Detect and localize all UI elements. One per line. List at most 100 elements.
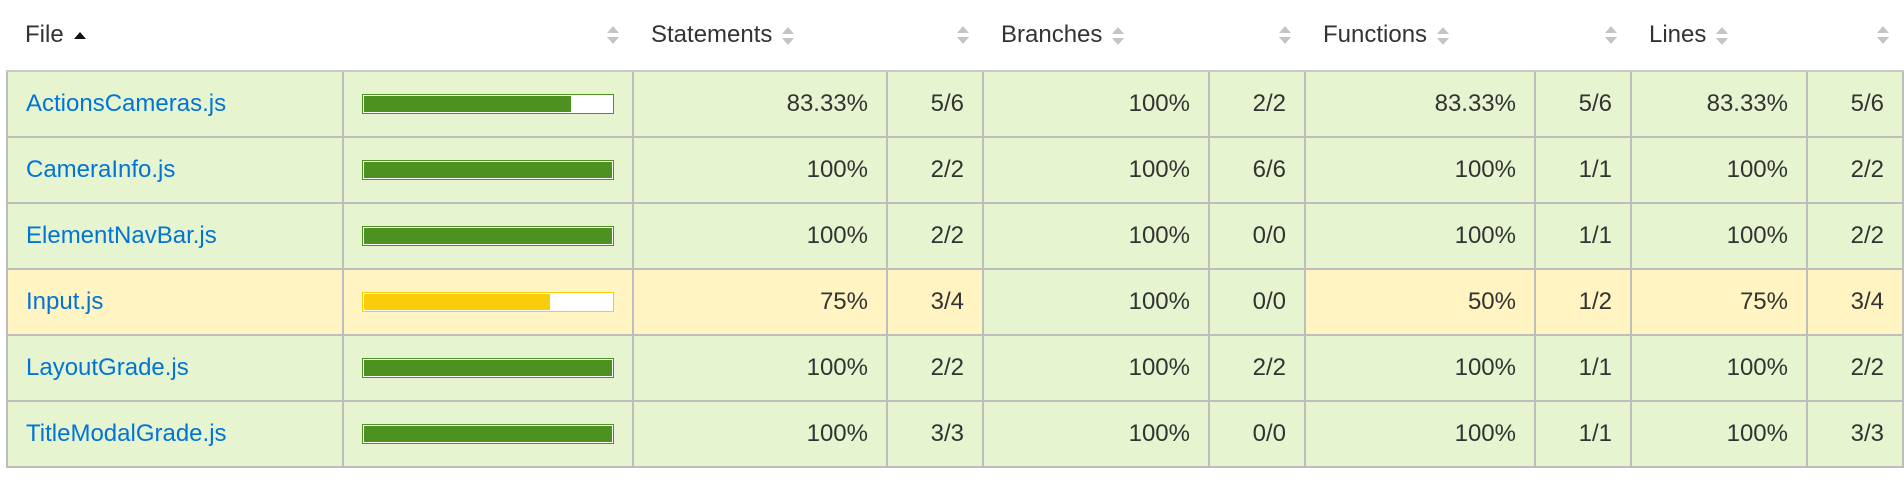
column-header-file[interactable]: File <box>7 0 343 72</box>
sort-icon[interactable] <box>1716 26 1729 46</box>
file-link[interactable]: TitleModalGrade.js <box>26 420 227 447</box>
column-header-coverage-bar[interactable] <box>343 0 633 72</box>
coverage-bar-fill <box>364 228 612 244</box>
sort-icon[interactable] <box>782 26 795 46</box>
sort-icon[interactable] <box>1877 25 1889 45</box>
coverage-bar-fill <box>364 162 612 178</box>
branches-pct-cell: 100% <box>982 70 1210 138</box>
branches-pct-cell: 100% <box>982 136 1210 204</box>
branches-count-cell: 2/2 <box>1208 334 1306 402</box>
lines-count-cell: 3/3 <box>1806 400 1904 468</box>
coverage-bar-fill <box>364 360 612 376</box>
statements-count-cell: 2/2 <box>886 334 984 402</box>
sort-ascending-icon[interactable] <box>73 31 86 40</box>
statements-count-cell: 3/4 <box>886 268 984 336</box>
lines-pct-cell: 100% <box>1630 400 1808 468</box>
statements-count-cell: 5/6 <box>886 70 984 138</box>
column-header-statements[interactable]: Statements <box>633 0 887 72</box>
branches-count-cell: 0/0 <box>1208 202 1306 270</box>
file-cell: TitleModalGrade.js <box>6 400 344 468</box>
statements-count-cell: 2/2 <box>886 136 984 204</box>
file-cell: Input.js <box>6 268 344 336</box>
column-header-label: Statements <box>651 21 773 48</box>
column-header-statements-count[interactable] <box>887 0 983 72</box>
sort-icon[interactable] <box>1279 25 1291 45</box>
coverage-bar <box>362 358 614 378</box>
lines-pct-cell: 75% <box>1630 268 1808 336</box>
table-row: LayoutGrade.js 100% 2/2 100% 2/2 100% 1/1 100% 2… <box>6 334 1904 402</box>
lines-count-cell: 3/4 <box>1806 268 1904 336</box>
branches-count-cell: 6/6 <box>1208 136 1306 204</box>
coverage-summary: File Statements Branches Functions Lines… <box>0 0 1904 468</box>
branches-pct-cell: 100% <box>982 400 1210 468</box>
sort-icon[interactable] <box>1112 26 1125 46</box>
column-header-lines-count[interactable] <box>1807 0 1903 72</box>
lines-count-cell: 2/2 <box>1806 136 1904 204</box>
coverage-bar <box>362 226 614 246</box>
column-header-lines[interactable]: Lines <box>1631 0 1807 72</box>
lines-pct-cell: 100% <box>1630 202 1808 270</box>
branches-pct-cell: 100% <box>982 268 1210 336</box>
column-header-functions-count[interactable] <box>1535 0 1631 72</box>
lines-pct-cell: 83.33% <box>1630 70 1808 138</box>
coverage-bar-cell <box>342 334 634 402</box>
column-header-functions[interactable]: Functions <box>1305 0 1535 72</box>
column-header-label: Branches <box>1001 21 1103 48</box>
column-header-branches[interactable]: Branches <box>983 0 1209 72</box>
table-row: CameraInfo.js 100% 2/2 100% 6/6 100% 1/1 100% 2/… <box>6 136 1904 204</box>
table-header-row: File Statements Branches Functions Lines <box>7 0 1903 72</box>
coverage-bar <box>362 160 614 180</box>
lines-count-cell: 2/2 <box>1806 202 1904 270</box>
sort-icon[interactable] <box>957 25 969 45</box>
statements-count-cell: 3/3 <box>886 400 984 468</box>
statements-pct-cell: 83.33% <box>632 70 888 138</box>
file-cell: ElementNavBar.js <box>6 202 344 270</box>
column-header-label: File <box>25 21 64 48</box>
table-row: ElementNavBar.js 100% 2/2 100% 0/0 100% 1/1 100… <box>6 202 1904 270</box>
file-cell: CameraInfo.js <box>6 136 344 204</box>
sort-icon[interactable] <box>1437 26 1450 46</box>
file-link[interactable]: ActionsCameras.js <box>26 90 226 117</box>
file-link[interactable]: Input.js <box>26 288 103 315</box>
coverage-bar-cell <box>342 136 634 204</box>
sort-icon[interactable] <box>1605 25 1617 45</box>
file-cell: ActionsCameras.js <box>6 70 344 138</box>
coverage-bar-cell <box>342 70 634 138</box>
table-row: Input.js 75% 3/4 100% 0/0 50% 1/2 75% 3/4 <box>6 268 1904 336</box>
coverage-bar <box>362 292 614 312</box>
functions-pct-cell: 100% <box>1304 202 1536 270</box>
statements-pct-cell: 100% <box>632 334 888 402</box>
column-header-branches-count[interactable] <box>1209 0 1305 72</box>
branches-count-cell: 2/2 <box>1208 70 1306 138</box>
column-header-label: Lines <box>1649 21 1707 48</box>
lines-count-cell: 5/6 <box>1806 70 1904 138</box>
coverage-bar-fill <box>364 294 550 310</box>
statements-count-cell: 2/2 <box>886 202 984 270</box>
file-link[interactable]: ElementNavBar.js <box>26 222 217 249</box>
statements-pct-cell: 100% <box>632 136 888 204</box>
lines-pct-cell: 100% <box>1630 136 1808 204</box>
coverage-bar <box>362 424 614 444</box>
sort-icon[interactable] <box>607 25 619 45</box>
functions-pct-cell: 50% <box>1304 268 1536 336</box>
coverage-bar-fill <box>364 426 612 442</box>
branches-pct-cell: 100% <box>982 202 1210 270</box>
file-link[interactable]: LayoutGrade.js <box>26 354 189 381</box>
coverage-bar-cell <box>342 400 634 468</box>
functions-pct-cell: 100% <box>1304 334 1536 402</box>
functions-count-cell: 1/1 <box>1534 136 1632 204</box>
coverage-bar-fill <box>364 96 571 112</box>
functions-count-cell: 1/2 <box>1534 268 1632 336</box>
coverage-bar-cell <box>342 202 634 270</box>
lines-pct-cell: 100% <box>1630 334 1808 402</box>
functions-pct-cell: 100% <box>1304 400 1536 468</box>
column-header-label: Functions <box>1323 21 1428 48</box>
branches-pct-cell: 100% <box>982 334 1210 402</box>
statements-pct-cell: 75% <box>632 268 888 336</box>
functions-count-cell: 1/1 <box>1534 400 1632 468</box>
table-row: ActionsCameras.js 83.33% 5/6 100% 2/2 83.33% 5… <box>6 70 1904 138</box>
coverage-bar <box>362 94 614 114</box>
file-cell: LayoutGrade.js <box>6 334 344 402</box>
functions-count-cell: 5/6 <box>1534 70 1632 138</box>
file-link[interactable]: CameraInfo.js <box>26 156 175 183</box>
